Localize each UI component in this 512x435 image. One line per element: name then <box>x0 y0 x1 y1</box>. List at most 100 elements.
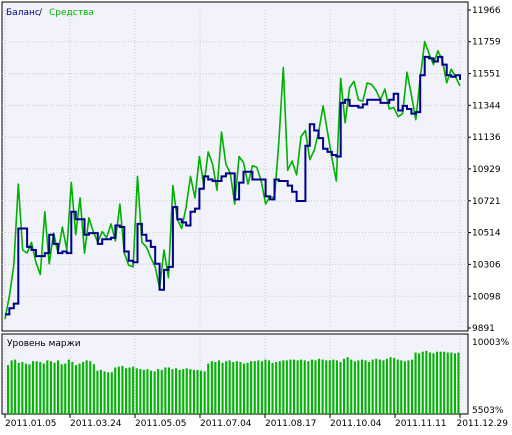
margin-bar <box>24 363 27 414</box>
margin-bar <box>210 361 213 414</box>
margin-bar <box>189 369 192 414</box>
x-tick-label: 2011.10.04 <box>330 419 382 429</box>
margin-bar <box>446 352 449 414</box>
margin-bar <box>235 361 238 414</box>
margin-bar <box>375 358 378 414</box>
margin-bar <box>171 369 174 414</box>
margin-bar <box>96 370 99 414</box>
margin-bar <box>385 358 388 414</box>
x-tick-label: 2011.08.17 <box>265 419 317 429</box>
margin-bar <box>346 357 349 414</box>
strategy-report: 11966 11759 11551 11344 11136 10929 10721 10514… <box>0 0 512 431</box>
margin-bar <box>46 360 49 414</box>
y-tick-label: 11759 <box>472 38 501 48</box>
margin-bar <box>146 369 149 414</box>
margin-bar <box>67 359 70 414</box>
margin-bar <box>89 361 92 414</box>
margin-bar <box>114 367 117 414</box>
margin-bar <box>339 362 342 414</box>
margin-bar <box>253 361 256 414</box>
margin-bar <box>135 368 138 414</box>
margin-bar <box>221 362 224 414</box>
margin-bar <box>453 353 456 414</box>
margin-bar <box>214 362 217 414</box>
margin-bar <box>60 364 63 414</box>
margin-bar <box>164 367 167 414</box>
margin-bar <box>278 361 281 414</box>
margin-level-panel: Уровень маржи 10003% 5503% <box>1 333 510 416</box>
x-tick-label: 2011.01.05 <box>5 419 57 429</box>
margin-bar <box>167 367 170 414</box>
y-tick-label: 10929 <box>472 165 501 175</box>
margin-bar <box>157 369 160 414</box>
margin-bar <box>132 366 135 414</box>
margin-bar <box>178 369 181 414</box>
margin-bar <box>39 362 42 414</box>
margin-bar <box>92 364 95 414</box>
balance-equity-panel: 11966 11759 11551 11344 11136 10929 10721 10514… <box>1 1 501 334</box>
margin-bar <box>49 361 52 414</box>
margin-bar <box>128 367 131 414</box>
margin-bar <box>396 359 399 414</box>
report-chart: 11966 11759 11551 11344 11136 10929 10721 10514… <box>1 1 510 429</box>
margin-bar <box>457 352 460 414</box>
y-tick-label: 11551 <box>472 70 501 80</box>
margin-bar <box>264 359 267 414</box>
margin-bar <box>107 372 110 414</box>
margin-bar <box>192 369 195 414</box>
margin-bar <box>150 370 153 414</box>
margin-bar <box>82 362 85 414</box>
margin-bar <box>57 360 60 414</box>
margin-y-tick-max: 10003% <box>472 338 510 348</box>
legend-equity: Средства <box>49 8 94 18</box>
margin-bar <box>142 369 145 414</box>
y-tick-label: 11966 <box>472 6 501 16</box>
margin-bar <box>393 358 396 414</box>
margin-bar <box>275 362 278 414</box>
margin-bar <box>389 357 392 414</box>
margin-bar <box>360 359 363 414</box>
margin-bar <box>325 360 328 414</box>
margin-bar <box>242 363 245 414</box>
margin-bar <box>310 359 313 414</box>
margin-bar <box>260 361 263 414</box>
margin-bar <box>85 360 88 414</box>
margin-bar <box>17 362 20 414</box>
margin-bar <box>443 351 446 414</box>
margin-bar <box>371 359 374 414</box>
margin-bar <box>246 362 249 414</box>
y-tick-label: 10306 <box>472 260 501 270</box>
margin-bar <box>382 360 385 414</box>
margin-bar <box>418 353 421 414</box>
margin-bar <box>436 351 439 414</box>
margin-bar <box>10 360 13 414</box>
margin-bar <box>285 360 288 414</box>
margin-bar <box>400 360 403 414</box>
margin-bar <box>293 359 296 414</box>
margin-bar <box>439 351 442 414</box>
margin-bar <box>14 359 17 414</box>
x-axis: 2011.01.05 2011.03.24 2011.05.05 2011.07.04… <box>4 414 508 429</box>
x-tick-label: 2011.05.05 <box>135 419 187 429</box>
margin-bar <box>196 369 199 414</box>
margin-bar <box>28 364 31 414</box>
margin-bar <box>432 353 435 414</box>
margin-bar <box>296 360 299 414</box>
margin-bar <box>328 360 331 414</box>
margin-bar <box>271 362 274 414</box>
x-tick-label: 2011.03.24 <box>70 419 122 429</box>
margin-bar <box>35 361 38 414</box>
margin-bar <box>185 368 188 414</box>
margin-bar <box>78 363 81 414</box>
margin-bar <box>175 368 178 414</box>
margin-bar <box>314 360 317 414</box>
margin-bar <box>182 369 185 414</box>
margin-bar <box>303 360 306 414</box>
margin-bar <box>343 358 346 414</box>
y-tick-label: 9891 <box>472 324 495 334</box>
margin-bar <box>289 359 292 414</box>
margin-bar <box>268 360 271 414</box>
margin-bar <box>335 360 338 414</box>
margin-bar <box>74 365 77 414</box>
margin-bar <box>425 350 428 414</box>
